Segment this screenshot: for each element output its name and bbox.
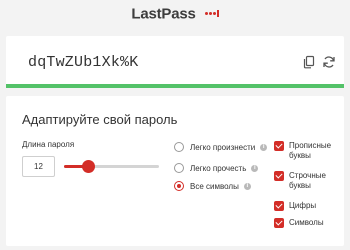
option-easy-to-read[interactable]: Легко прочесть i (174, 162, 259, 174)
option-label: Легко прочесть (190, 163, 247, 173)
check-label: Символы (289, 218, 324, 227)
check-label: Прописные буквы (289, 141, 332, 160)
lastpass-logo: LastPass (0, 5, 350, 23)
copy-icon[interactable] (302, 55, 316, 69)
info-icon[interactable]: i (251, 164, 259, 172)
generated-password[interactable]: dqTwZUb1Xk%K (28, 54, 138, 71)
top-bar: LastPass (0, 0, 350, 30)
refresh-icon[interactable] (322, 55, 336, 69)
password-settings-panel: Адаптируйте свой пароль Длина пароля 12 … (6, 96, 344, 246)
checkbox-lowercase[interactable] (274, 171, 284, 181)
check-lowercase[interactable]: Строчные буквы (274, 171, 329, 191)
length-input[interactable]: 12 (22, 156, 55, 177)
settings-title: Адаптируйте свой пароль (22, 112, 178, 127)
option-easy-to-say[interactable]: Легко произнести i (174, 141, 268, 153)
slider-handle[interactable] (81, 160, 95, 173)
option-label: Легко произнести (190, 142, 256, 152)
checkbox-uppercase[interactable] (274, 141, 284, 151)
info-icon[interactable]: i (260, 143, 268, 151)
option-label: Все символы (190, 181, 239, 191)
check-label: Строчные буквы (289, 171, 326, 190)
check-uppercase[interactable]: Прописные буквы (274, 141, 332, 161)
password-card: dqTwZUb1Xk%K (6, 36, 344, 88)
radio-easy-to-say[interactable] (174, 142, 184, 152)
password-strength-bar (6, 84, 344, 88)
check-symbols[interactable]: Символы (274, 218, 329, 228)
info-icon[interactable]: i (243, 182, 251, 190)
checkbox-numbers[interactable] (274, 201, 284, 211)
check-numbers[interactable]: Цифры (274, 201, 329, 211)
radio-all-characters[interactable] (174, 181, 184, 191)
length-label: Длина пароля (22, 140, 75, 149)
checkbox-symbols[interactable] (274, 218, 284, 228)
length-slider[interactable] (64, 160, 159, 173)
brand-dots-icon (204, 5, 219, 23)
check-label: Цифры (289, 201, 317, 210)
option-all-characters[interactable]: Все символы i (174, 180, 251, 192)
radio-easy-to-read[interactable] (174, 163, 184, 173)
brand-name: LastPass (131, 5, 196, 23)
